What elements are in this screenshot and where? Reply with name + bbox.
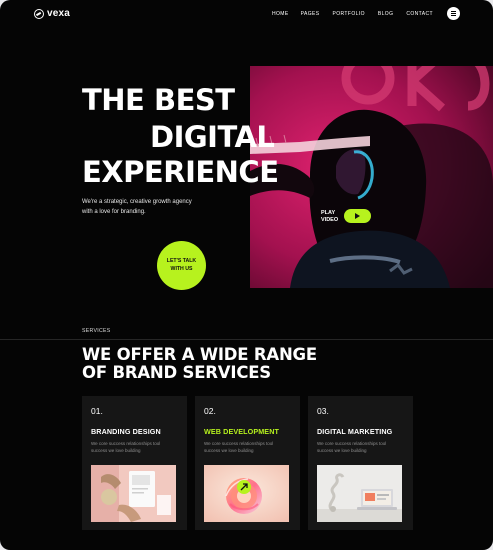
web-development-image (204, 465, 289, 522)
digital-marketing-image (317, 465, 402, 522)
card-number: 01. (91, 406, 103, 416)
card-title: WEB DEVELOPMENT (204, 427, 279, 436)
hero-title-line-2: DIGITAL (150, 120, 275, 154)
section-divider (0, 339, 493, 340)
card-description: We core success relationships tool succe… (317, 441, 387, 453)
hero-title-line-3: EXPERIENCE (82, 155, 279, 189)
service-card-web-development[interactable]: 02. WEB DEVELOPMENT We core success rela… (195, 396, 300, 530)
card-number: 02. (204, 406, 216, 416)
logo-icon (34, 8, 44, 19)
service-card-branding[interactable]: 01. BRANDING DESIGN We core success rela… (82, 396, 187, 530)
play-video-button[interactable] (344, 209, 371, 223)
lets-talk-button[interactable]: LET'S TALK WITH US (157, 241, 206, 290)
page-frame: vexa HOME PAGES PORTFOLIO BLOG CONTACT T… (0, 0, 493, 550)
play-video-label: PLAY VIDEO (321, 210, 338, 225)
lets-talk-label: LET'S TALK WITH US (166, 257, 197, 272)
card-number: 03. (317, 406, 329, 416)
services-eyebrow: SERVICES (82, 328, 111, 334)
play-icon (355, 213, 360, 219)
nav-pages[interactable]: PAGES (301, 11, 320, 17)
nav-portfolio[interactable]: PORTFOLIO (332, 11, 364, 17)
branding-image (91, 465, 176, 522)
services-heading-line-2: OF BRAND SERVICES (82, 363, 271, 383)
services-heading-line-1: WE OFFER A WIDE RANGE (82, 345, 317, 364)
nav-home[interactable]: HOME (272, 11, 289, 17)
nav-contact[interactable]: CONTACT (406, 11, 433, 17)
card-title: DIGITAL MARKETING (317, 427, 393, 436)
service-card-digital-marketing[interactable]: 03. DIGITAL MARKETING We core success re… (308, 396, 413, 530)
menu-button[interactable] (447, 7, 460, 20)
hamburger-icon (451, 13, 456, 14)
services-heading: WE OFFER A WIDE RANGE OF BRAND SERVICES (82, 345, 317, 383)
play-label-line-2: VIDEO (321, 217, 339, 224)
hero-subtitle: We're a strategic, creative growth agenc… (82, 199, 192, 215)
card-description: We core success relationships tool succe… (204, 441, 274, 453)
logo-text: vexa (47, 8, 71, 19)
logo[interactable]: vexa (34, 8, 70, 19)
hero-title-line-1: THE BEST (82, 83, 235, 117)
nav-blog[interactable]: BLOG (378, 11, 394, 17)
play-label-line-1: PLAY (321, 210, 336, 216)
hero-image (250, 66, 493, 288)
main-nav: HOME PAGES PORTFOLIO BLOG CONTACT (272, 11, 446, 17)
card-title: BRANDING DESIGN (91, 427, 161, 436)
card-description: We core success relationships tool succe… (91, 441, 161, 453)
